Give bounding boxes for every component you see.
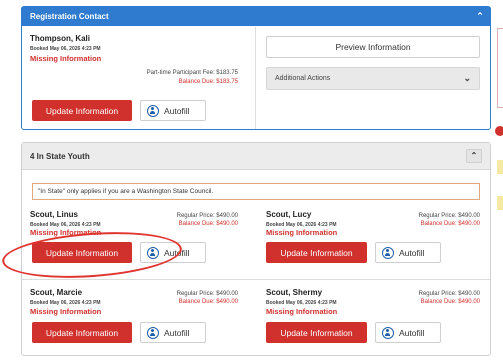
participant-balance-due: Balance Due: $490.00 bbox=[420, 221, 480, 227]
side-card-edge bbox=[497, 28, 503, 108]
additional-actions-label: Additional Actions bbox=[275, 75, 331, 82]
additional-actions-dropdown[interactable]: Additional Actions ⌄ bbox=[266, 67, 480, 90]
person-circle-icon bbox=[147, 104, 159, 117]
chevron-up-icon[interactable]: ⌃ bbox=[466, 149, 482, 163]
participant-name: Scout, Shermy bbox=[266, 288, 323, 297]
contact-autofill-label: Autofill bbox=[164, 105, 190, 116]
participant-missing-info: Missing Information bbox=[30, 307, 102, 316]
contact-autofill-button[interactable]: Autofill bbox=[140, 100, 206, 121]
registration-contact-header[interactable]: Registration Contact ⌃ bbox=[22, 7, 490, 26]
chevron-down-icon: ⌄ bbox=[463, 73, 471, 83]
participant-balance-due: Balance Due: $490.00 bbox=[420, 299, 480, 305]
participant-autofill-label: Autofill bbox=[399, 247, 425, 258]
participant-regular-price: Regular Price: $490.00 bbox=[418, 291, 480, 297]
participant-booked-date: Booked May 06, 2026 4:23 PM bbox=[266, 300, 337, 306]
participant-autofill-button[interactable]: Autofill bbox=[375, 242, 441, 263]
participant-regular-price: Regular Price: $490.00 bbox=[176, 291, 238, 297]
participant-update-info-button[interactable]: Update Information bbox=[266, 242, 367, 263]
youth-panel-header[interactable]: 4 In State Youth ⌃ bbox=[22, 143, 490, 170]
panel-divider bbox=[255, 27, 256, 129]
side-red-dot bbox=[495, 126, 503, 136]
registration-contact-title: Registration Contact bbox=[30, 12, 109, 21]
contact-fee: Part-time Participant Fee: $183.75 bbox=[146, 70, 238, 76]
participant-autofill-label: Autofill bbox=[399, 327, 425, 338]
person-circle-icon bbox=[382, 326, 394, 339]
person-circle-icon bbox=[382, 246, 394, 259]
participant-update-info-button[interactable]: Update Information bbox=[266, 322, 367, 343]
chevron-up-icon[interactable]: ⌃ bbox=[470, 11, 490, 22]
participant-name: Scout, Linus bbox=[30, 210, 78, 219]
contact-missing-info: Missing Information bbox=[30, 54, 102, 63]
participant-autofill-button[interactable]: Autofill bbox=[375, 322, 441, 343]
youth-panel-title: 4 In State Youth bbox=[30, 151, 90, 161]
participant-balance-due: Balance Due: $490.00 bbox=[178, 221, 238, 227]
participant-missing-info: Missing Information bbox=[266, 228, 338, 237]
row-divider bbox=[22, 279, 490, 280]
contact-name: Thompson, Kali bbox=[30, 34, 90, 43]
participant-update-info-button[interactable]: Update Information bbox=[32, 322, 132, 343]
participant-regular-price: Regular Price: $490.00 bbox=[176, 213, 238, 219]
participant-booked-date: Booked May 06, 2026 4:23 PM bbox=[30, 300, 101, 306]
participant-name: Scout, Lucy bbox=[266, 210, 312, 219]
side-yellow-edge bbox=[497, 196, 503, 210]
contact-booked-date: Booked May 06, 2026 4:23 PM bbox=[30, 46, 101, 52]
registration-contact-panel: Registration Contact ⌃ Thompson, Kali Bo… bbox=[21, 6, 491, 130]
person-circle-icon bbox=[147, 326, 159, 339]
participant-autofill-button[interactable]: Autofill bbox=[140, 322, 206, 343]
in-state-notice: "In State" only applies if you are a Was… bbox=[32, 183, 480, 200]
participant-missing-info: Missing Information bbox=[266, 307, 338, 316]
participant-name: Scout, Marcie bbox=[30, 288, 83, 297]
participant-regular-price: Regular Price: $490.00 bbox=[418, 213, 480, 219]
participant-balance-due: Balance Due: $490.00 bbox=[178, 299, 238, 305]
preview-information-button[interactable]: Preview Information bbox=[266, 36, 480, 58]
side-yellow-edge bbox=[497, 160, 503, 174]
participant-autofill-label: Autofill bbox=[164, 327, 190, 338]
contact-balance-due: Balance Due: $183.75 bbox=[178, 79, 238, 85]
contact-update-info-button[interactable]: Update Information bbox=[32, 100, 132, 121]
